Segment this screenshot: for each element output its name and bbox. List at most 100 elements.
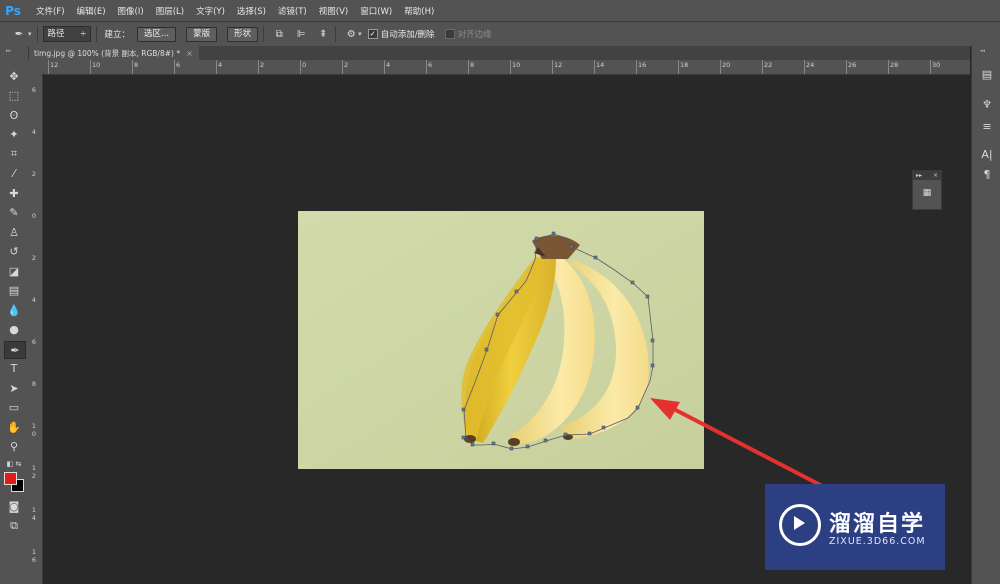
default-colors-icon[interactable]: ◧ ⇆ [4,456,24,472]
ruler-tick-label: 2 [31,170,37,178]
path-arrangement-icon[interactable]: ⇞ [316,27,330,41]
ruler-tick-label: 12 [50,61,59,69]
watermark-logo: 溜溜自学 ZIXUE.3D66.COM [765,484,945,570]
menu-image[interactable]: 图像(I) [118,5,144,17]
document-tab-bar: timg.jpg @ 100% (背景 副本, RGB/8#) * × [28,46,970,60]
watermark-title: 溜溜自学 [829,512,926,537]
pen-tool-preset-icon[interactable]: ✒ [12,27,26,41]
ruler-tick [552,60,553,74]
expand-panel-icon[interactable]: ▸▸ [916,171,922,180]
ruler-tick [132,60,133,74]
blur-tool-icon[interactable]: 💧 [4,302,24,318]
pen-tool-icon[interactable]: ✒ [4,341,26,359]
horizontal-ruler[interactable]: 12 10 8 6 4 2 0 2 4 6 8 10 12 14 16 18 20 22 24 26 28 30 [44,60,970,75]
quick-select-tool-icon[interactable]: ✦ [4,126,24,142]
history-panel-icon[interactable]: ▤ [978,66,996,82]
path-operations-icon[interactable]: ⧉ [272,27,286,41]
auto-add-delete-checkbox[interactable]: ✓ [367,29,378,39]
menu-bar: Ps 文件(F) 编辑(E) 图像(I) 图层(L) 文字(Y) 选择(S) 滤… [0,0,1000,21]
properties-panel-icon[interactable]: ▦ [920,186,934,200]
ruler-tick [174,60,175,74]
foreground-color-swatch[interactable] [4,472,17,485]
gear-icon[interactable]: ⚙ [344,27,358,41]
make-selection-button[interactable]: 选区... [137,26,177,42]
ruler-tick [510,60,511,74]
brush-tool-icon[interactable]: ✎ [4,204,24,220]
healing-tool-icon[interactable]: ✚ [4,185,24,201]
separator [335,26,337,42]
ruler-origin[interactable] [28,60,44,74]
ruler-tick-label: 1 4 [31,506,37,522]
vertical-ruler[interactable]: 6 4 2 0 2 4 6 8 1 0 1 2 1 4 1 6 [28,74,43,584]
gear-dropdown-arrow-icon[interactable]: ▾ [358,30,362,38]
close-icon[interactable]: × [933,171,938,180]
pen-mode-select[interactable]: 路径 [42,26,91,42]
make-mask-button[interactable]: 蒙版 [186,26,218,42]
menu-help[interactable]: 帮助(H) [404,5,434,17]
ruler-tick-label: 0 [302,61,307,69]
type-tool-icon[interactable]: T [4,360,24,376]
ruler-tick [216,60,217,74]
adjustments-panel-icon[interactable]: ≡ [978,118,996,134]
quick-mask-icon[interactable]: ◙ [4,498,24,514]
preset-dropdown-arrow-icon[interactable]: ▾ [28,30,32,38]
ruler-tick [888,60,889,74]
path-select-tool-icon[interactable]: ➤ [4,380,24,396]
close-icon[interactable]: × [186,49,193,58]
play-triangle-icon [794,516,805,530]
screen-mode-icon[interactable]: ⧉ [4,518,24,534]
menu-type[interactable]: 文字(Y) [196,5,225,17]
paragraph-panel-icon[interactable]: ¶ [978,166,996,182]
clone-stamp-tool-icon[interactable]: ♙ [4,224,24,240]
ruler-tick [846,60,847,74]
separator [263,26,265,42]
rectangle-tool-icon[interactable]: ▭ [4,399,24,415]
menu-filter[interactable]: 滤镜(T) [278,5,307,17]
floating-panel-header: ▸▸ × [913,171,941,180]
lasso-tool-icon[interactable]: ʘ [4,107,24,123]
ruler-tick-label: 2 [344,61,349,69]
floating-panel: ▸▸ × ▦ [912,170,942,210]
crop-tool-icon[interactable]: ⌗ [4,146,24,162]
menu-layer[interactable]: 图层(L) [156,5,184,17]
menu-window[interactable]: 窗口(W) [360,5,392,17]
menu-select[interactable]: 选择(S) [237,5,266,17]
ruler-tick [678,60,679,74]
path-alignment-icon[interactable]: ⊫ [294,27,308,41]
brush-panel-icon[interactable]: ♆ [978,96,996,112]
eraser-tool-icon[interactable]: ◪ [4,263,24,279]
auto-add-delete-label: 自动添加/删除 [380,30,435,40]
marquee-tool-icon[interactable]: ⬚ [4,87,24,103]
separator [36,26,38,42]
ruler-tick-label: 4 [386,61,391,69]
dodge-tool-icon[interactable]: ● [4,321,24,337]
align-edges-checkbox[interactable] [444,29,455,39]
photoshop-logo: Ps [5,3,21,18]
ruler-tick [342,60,343,74]
ruler-tick-label: 4 [31,128,37,136]
options-bar: ✒ ▾ 路径 建立： 选区... 蒙版 形状 ⧉ ⊫ ⇞ ⚙ ▾ ✓ 自动添加/… [0,21,1000,47]
ruler-tick-label: 12 [554,61,563,69]
ruler-tick [384,60,385,74]
menu-edit[interactable]: 编辑(E) [77,5,106,17]
ruler-tick-label: 10 [92,61,101,69]
character-panel-icon[interactable]: A| [978,146,996,162]
move-tool-icon[interactable]: ✥ [4,68,24,84]
document-tab[interactable]: timg.jpg @ 100% (背景 副本, RGB/8#) * × [28,46,199,60]
history-brush-tool-icon[interactable]: ↺ [4,243,24,259]
menu-file[interactable]: 文件(F) [36,5,65,17]
make-shape-button[interactable]: 形状 [227,26,259,42]
ruler-tick [426,60,427,74]
ruler-tick [804,60,805,74]
ruler-tick-label: 8 [31,380,37,388]
gradient-tool-icon[interactable]: ▤ [4,282,24,298]
ruler-tick-label: 2 [260,61,265,69]
collapse-toolbar-icon[interactable]: ▸▸ [6,48,22,54]
ruler-tick-label: 26 [848,61,857,69]
zoom-tool-icon[interactable]: ⚲ [4,438,24,454]
menu-view[interactable]: 视图(V) [319,5,348,17]
hand-tool-icon[interactable]: ✋ [4,419,24,435]
ruler-tick [762,60,763,74]
collapse-dock-icon[interactable]: ◂◂ [980,48,985,54]
eyedropper-tool-icon[interactable]: ⁄ [4,165,24,181]
